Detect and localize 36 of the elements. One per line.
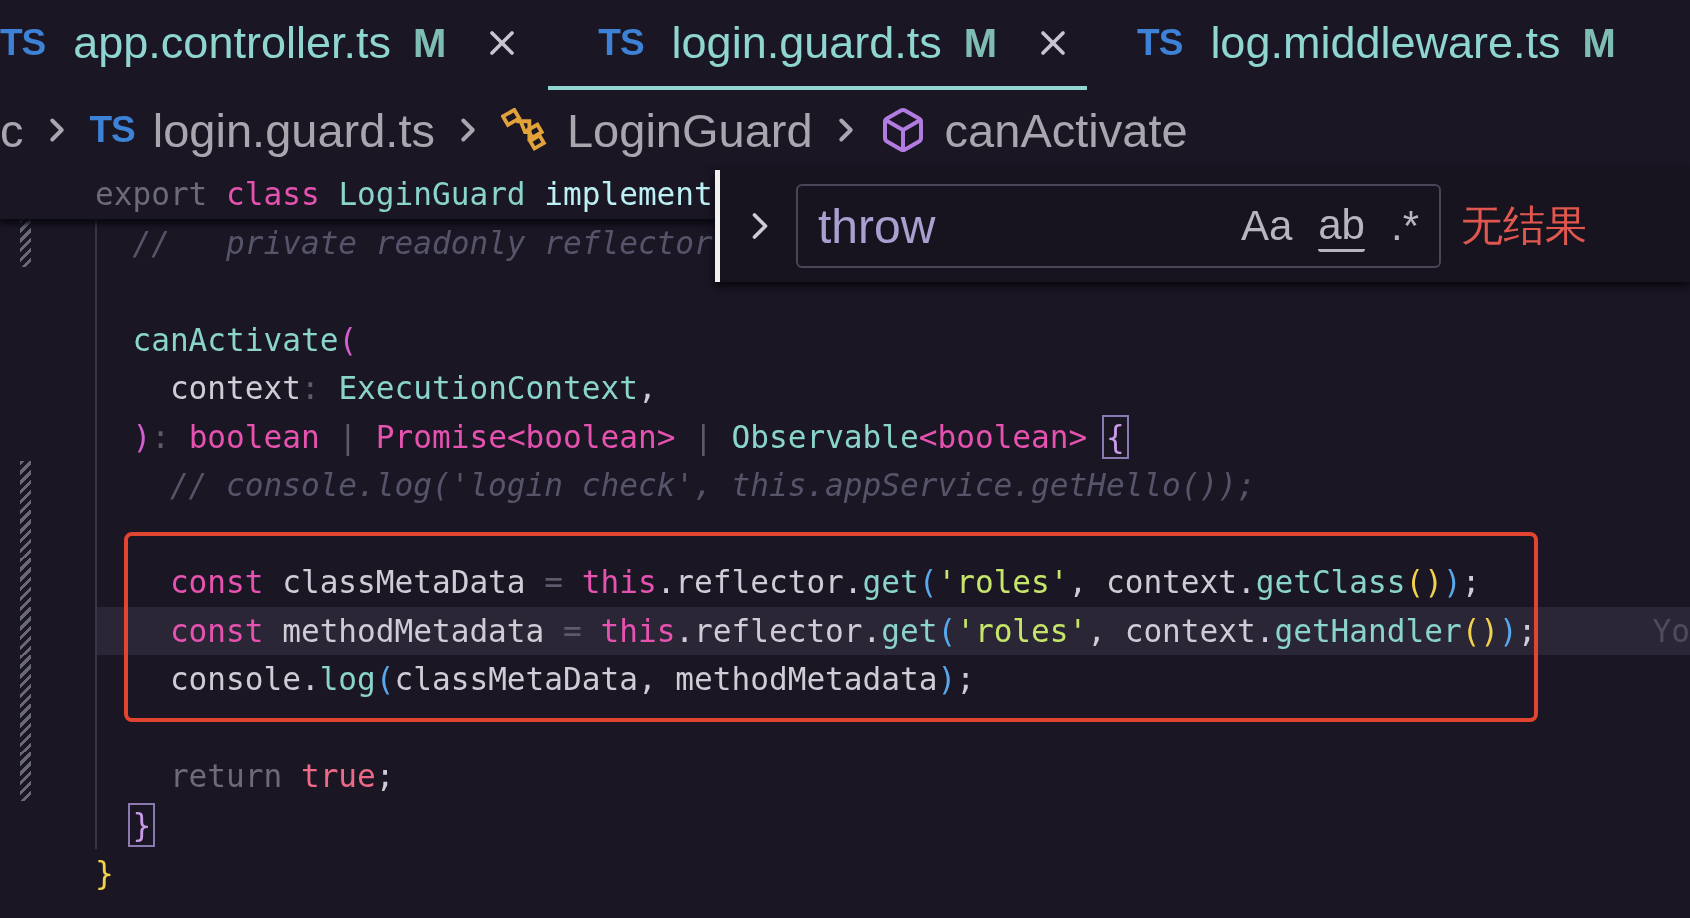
typescript-icon: TS [1137,22,1183,64]
code-line: context: ExecutionContext, [168,370,657,407]
class-icon [500,108,549,152]
modified-status: M [963,20,998,66]
editor-tab[interactable]: TS log.middleware.ts M [1087,0,1630,90]
breadcrumb-label: LoginGuard [566,102,813,158]
typescript-icon: TS [0,22,46,64]
find-option[interactable]: Aa [1240,202,1293,250]
find-option[interactable]: .* [1391,202,1419,250]
code-line: // private readonly reflector [131,224,713,261]
breadcrumb-item[interactable]: c [0,102,24,158]
tab-label: log.middleware.ts [1210,17,1561,69]
code-line: // console.log('login check', this.appService.getHello()); [168,467,1256,504]
modified-status: M [412,20,447,66]
breadcrumb-item[interactable]: canActivate [878,102,1188,158]
breadcrumb-label: canActivate [944,102,1188,158]
editor-tab[interactable]: TS app.controller.ts M [0,0,537,90]
typescript-icon: TS [89,109,135,151]
find-value: throw [818,198,937,254]
code-line: return true; [168,758,395,795]
tab-label: login.guard.ts [671,17,942,69]
code-line: canActivate( [131,321,358,358]
code-line: console.log(classMetaData, methodMetadata); [168,661,975,698]
code-line: const classMetaData = this.reflector.get('roles', context.getClass()); [168,564,1481,601]
breadcrumb-label: login.guard.ts [152,102,435,158]
editor-tab[interactable]: TS login.guard.ts M [548,0,1088,90]
typescript-icon: TS [598,22,644,64]
tab-label: app.controller.ts [73,17,391,69]
code-line: const methodMetadata = this.reflector.get('roles', context.getHandler()); [168,612,1537,649]
find-field[interactable]: throw Aa ab .* [796,184,1441,268]
breadcrumb-item[interactable]: TS login.guard.ts [89,102,435,158]
breadcrumb-item[interactable]: LoginGuard [500,102,813,158]
modified-status: M [1582,20,1616,66]
code-line: export class LoginGuard implement [95,176,713,213]
code-line: } [95,855,114,892]
no-results-label: 无结果 [1461,201,1587,251]
